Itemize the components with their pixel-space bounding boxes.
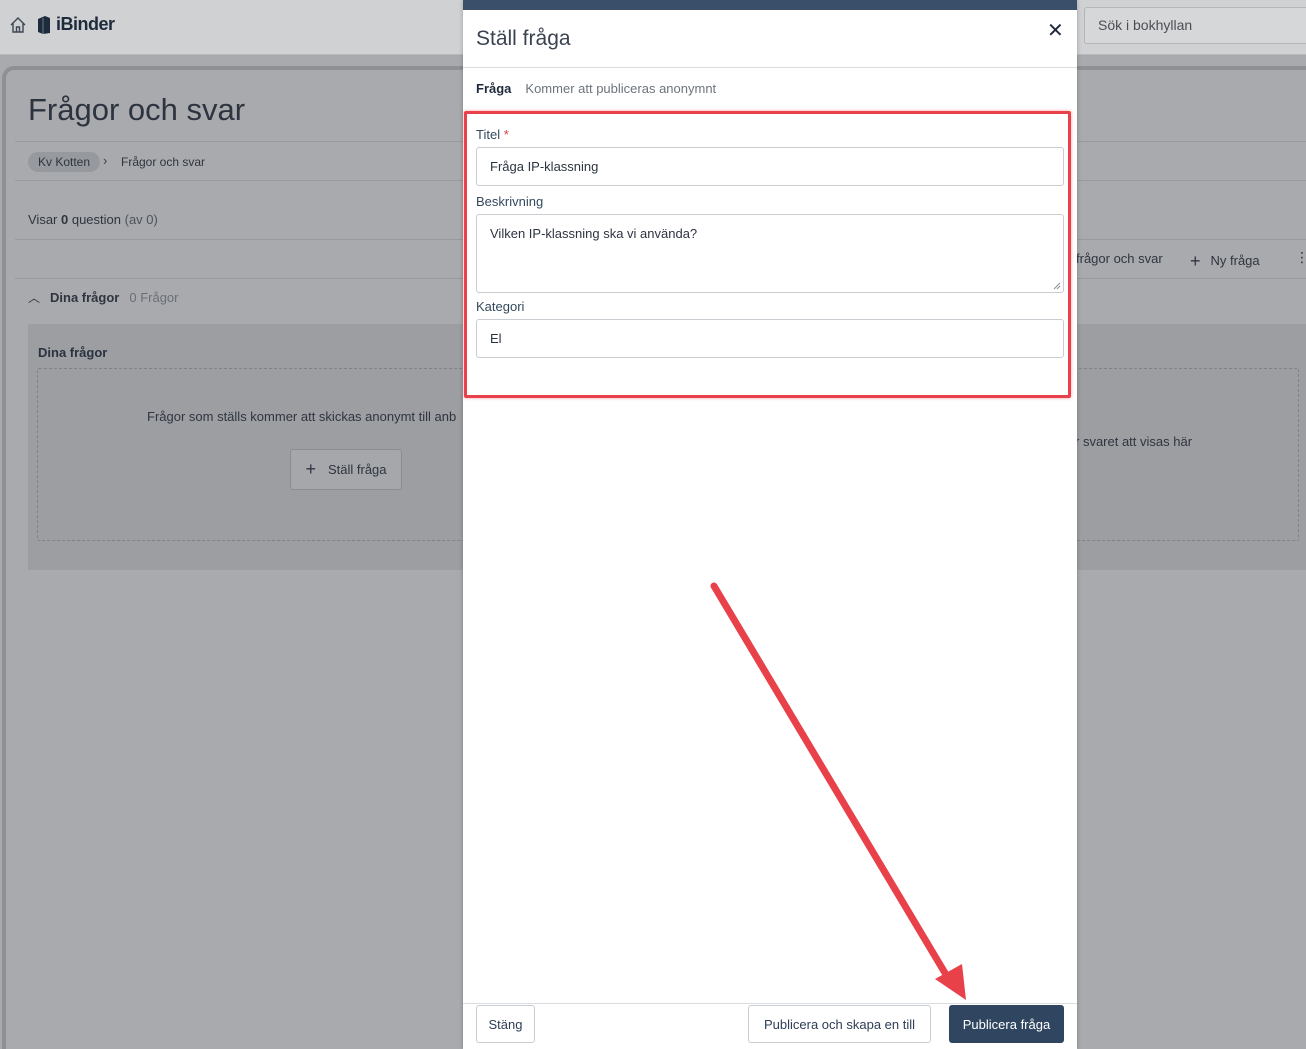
logo-text: iBinder: [56, 14, 115, 34]
chevron-up-icon: ﹀: [28, 290, 41, 304]
your-questions-section-toggle[interactable]: ﹀ Dina frågor 0 Frågor: [28, 289, 179, 306]
result-count: Visar 0 question (av 0): [28, 212, 158, 227]
modal-tab-row: Fråga Kommer att publiceras anonymnt: [476, 81, 716, 96]
empty-state-text-right: r svaret att visas här: [1075, 434, 1193, 449]
page-title: Frågor och svar: [28, 92, 246, 127]
tab-question[interactable]: Fråga: [476, 81, 511, 96]
ibinder-logo-icon: [36, 15, 52, 35]
publish-question-button[interactable]: Publicera fråga: [949, 1005, 1064, 1043]
breadcrumb-root[interactable]: Kv Kotten: [28, 152, 101, 172]
close-icon[interactable]: ✕: [1047, 18, 1064, 43]
new-question-button[interactable]: + Ny fråga: [1190, 251, 1260, 272]
more-options-icon[interactable]: ⋮: [1295, 249, 1306, 266]
qa-link[interactable]: frågor och svar: [1076, 251, 1163, 266]
modal-title: Ställ fråga: [476, 27, 571, 50]
modal-top-strip: [463, 0, 1077, 10]
plus-icon: +: [305, 459, 316, 479]
publish-and-create-another-button[interactable]: Publicera och skapa en till: [748, 1005, 931, 1043]
modal-divider: [463, 67, 1077, 68]
bookshelf-search-input[interactable]: Sök i bokhyllan: [1084, 7, 1306, 44]
plus-icon: +: [1190, 251, 1201, 271]
home-icon[interactable]: [8, 15, 28, 35]
breadcrumb-current: Frågor och svar: [121, 155, 206, 169]
ask-question-button[interactable]: + Ställ fråga: [290, 449, 402, 490]
annotation-highlight-box: [464, 111, 1071, 398]
panel-title: Dina frågor: [38, 345, 108, 360]
empty-state-text: Frågor som ställs kommer att skickas ano…: [147, 409, 457, 424]
anonymous-hint: Kommer att publiceras anonymnt: [525, 81, 717, 96]
ibinder-logo[interactable]: iBinder: [36, 14, 115, 35]
breadcrumb-chevron-icon: ›: [103, 153, 108, 168]
close-button[interactable]: Stäng: [476, 1005, 535, 1043]
